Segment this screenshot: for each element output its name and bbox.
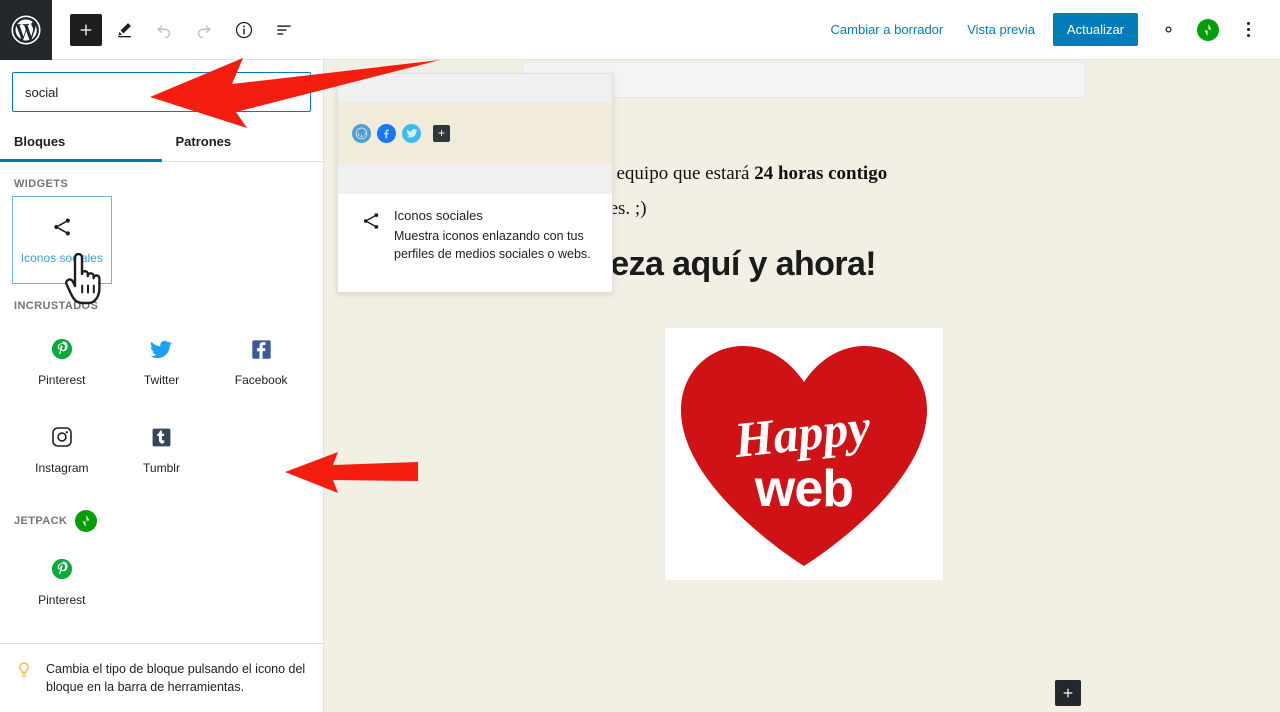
tab-patrones[interactable]: Patrones [162,120,324,161]
inserter-tabs: Bloques Patrones [0,120,323,162]
preview-description: Muestra iconos enlazando con tus perfile… [394,229,591,261]
inserter-tip: Cambia el tipo de bloque pulsando el ico… [0,642,323,712]
tab-bloques[interactable]: Bloques [0,120,162,162]
wordpress-icon [352,123,371,143]
jetpack-icon [75,510,98,532]
preview-add-icon: + [433,124,450,142]
undo-button[interactable] [146,12,182,48]
facebook-icon [251,333,272,365]
facebook-icon [377,123,396,143]
clear-search-close-icon[interactable]: ✕ [280,81,302,103]
block-item-label: Pinterest [38,373,86,387]
jetpack-icon[interactable] [1190,12,1226,48]
settings-gear-icon[interactable] [1150,12,1186,48]
image-block[interactable]: Happy web [665,328,943,580]
editor-top-bar: Cambiar a borrador Vista previa Actualiz… [0,0,1280,60]
search-field-wrapper[interactable]: ✕ [12,72,311,112]
tumblr-icon [151,421,172,453]
block-inserter-panel: ✕ Bloques Patrones WIDGETS [0,60,324,712]
section-heading-incrustados: INCRUSTADOS [0,284,323,318]
svg-text:web: web [754,460,853,518]
edit-tool-button[interactable] [106,12,142,48]
lightbulb-icon [14,660,34,685]
section-heading-widgets: WIDGETS [0,162,323,196]
paragraph-line-1-bold: 24 horas contigo [754,163,888,184]
share-icon [360,208,382,292]
details-info-button[interactable] [226,12,262,48]
block-item-label: Twitter [143,373,180,387]
block-item-label: Pinterest [38,593,86,607]
editor-actions-group: Cambiar a borrador Vista previa Actualiz… [821,12,1280,48]
preview-social-icons-row: + [338,102,612,164]
block-item-pinterest-embed[interactable]: Pinterest [12,318,112,406]
more-options-kebab-icon[interactable] [1230,12,1266,48]
section-label: WIDGETS [14,178,69,190]
editor-tools-group [52,12,302,48]
canvas-add-block-button[interactable] [1055,680,1081,706]
add-block-button[interactable] [70,13,102,46]
block-item-label: Tumblr [143,461,180,475]
instagram-icon [51,421,73,453]
inserter-search-area: ✕ [0,60,323,120]
preview-bottom-spacer [338,164,612,194]
block-item-tumblr-embed[interactable]: Tumblr [112,406,212,494]
list-view-button[interactable] [266,12,302,48]
share-icon [50,211,74,243]
twitter-icon [402,123,421,143]
happy-web-heart-logo: Happy web [681,346,927,566]
wordpress-block-editor: Cambiar a borrador Vista previa Actualiz… [0,0,1280,712]
redo-button[interactable] [186,12,222,48]
block-item-label: Facebook [234,373,288,387]
block-item-jetpack-pinterest[interactable]: Pinterest [12,538,112,626]
inserter-results: WIDGETS Iconos sociales INCRUSTADOS Pint… [0,162,323,643]
block-item-label: Instagram [35,461,89,475]
widgets-block-grid: Iconos sociales [0,196,323,284]
switch-to-draft-button[interactable]: Cambiar a borrador [821,14,954,45]
pinterest-icon [51,553,73,585]
preview-title: Iconos sociales [394,208,483,223]
wordpress-logo-icon[interactable] [0,0,52,60]
block-item-twitter-embed[interactable]: Twitter [112,318,212,406]
section-heading-jetpack: JETPACK [0,494,323,538]
twitter-icon [149,333,173,365]
preview-button[interactable]: Vista previa [957,14,1045,45]
block-item-instagram-embed[interactable]: Instagram [12,406,112,494]
jetpack-block-grid: Pinterest [0,538,323,626]
search-input[interactable] [25,84,298,100]
embeds-block-grid: Pinterest Twitter Facebook Instagram Tum… [0,318,323,494]
preview-top-spacer [338,74,612,102]
inserter-tip-text: Cambia el tipo de bloque pulsando el ico… [46,661,306,694]
block-preview-popover: + Iconos sociales Muestra iconos enlazan… [337,73,613,293]
update-button[interactable]: Actualizar [1052,13,1138,46]
block-item-facebook-embed[interactable]: Facebook [211,318,311,406]
section-label: JETPACK [14,515,68,527]
mouse-cursor-pointer [62,252,106,310]
pinterest-icon [51,333,73,365]
preview-info: Iconos sociales Muestra iconos enlazando… [338,194,612,292]
